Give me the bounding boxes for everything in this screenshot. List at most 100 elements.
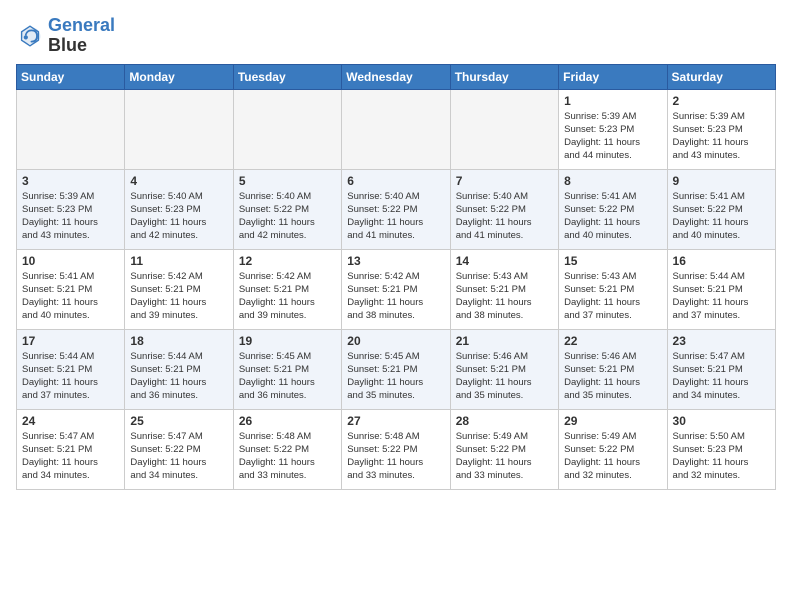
page-header: General Blue (16, 16, 776, 56)
calendar-cell: 1Sunrise: 5:39 AM Sunset: 5:23 PM Daylig… (559, 89, 667, 169)
calendar-cell: 28 Sunrise: 5:49 AM Sunset: 5:22 PM Dayli… (450, 409, 558, 489)
calendar-week-4: 17 Sunrise: 5:44 AM Sunset: 5:21 PM Dayli… (17, 329, 776, 409)
day-info: Sunrise: 5:45 AM Sunset: 5:21 PM Dayligh… (239, 350, 336, 403)
day-number: 17 (22, 334, 119, 348)
day-number: 5 (239, 174, 336, 188)
day-info: Sunrise: 5:40 AM Sunset: 5:22 PM Dayligh… (239, 190, 336, 243)
day-info: Sunrise: 5:50 AM Sunset: 5:23 PM Dayligh… (673, 430, 770, 483)
calendar-cell: 13 Sunrise: 5:42 AM Sunset: 5:21 PM Dayli… (342, 249, 450, 329)
day-number: 18 (130, 334, 227, 348)
day-number: 22 (564, 334, 661, 348)
calendar-cell: 14Sunrise: 5:43 AM Sunset: 5:21 PM Dayli… (450, 249, 558, 329)
calendar-header-friday: Friday (559, 64, 667, 89)
calendar-header-monday: Monday (125, 64, 233, 89)
day-info: Sunrise: 5:49 AM Sunset: 5:22 PM Dayligh… (456, 430, 553, 483)
day-info: Sunrise: 5:42 AM Sunset: 5:21 PM Dayligh… (239, 270, 336, 323)
day-info: Sunrise: 5:47 AM Sunset: 5:21 PM Dayligh… (673, 350, 770, 403)
day-number: 30 (673, 414, 770, 428)
calendar-cell: 5 Sunrise: 5:40 AM Sunset: 5:22 PM Daylig… (233, 169, 341, 249)
calendar-cell: 3 Sunrise: 5:39 AM Sunset: 5:23 PM Daylig… (17, 169, 125, 249)
day-number: 13 (347, 254, 444, 268)
calendar-cell: 18 Sunrise: 5:44 AM Sunset: 5:21 PM Dayli… (125, 329, 233, 409)
calendar-cell (450, 89, 558, 169)
logo: General Blue (16, 16, 115, 56)
day-number: 12 (239, 254, 336, 268)
calendar-cell (17, 89, 125, 169)
calendar-week-3: 10Sunrise: 5:41 AM Sunset: 5:21 PM Dayli… (17, 249, 776, 329)
calendar-header-wednesday: Wednesday (342, 64, 450, 89)
day-info: Sunrise: 5:41 AM Sunset: 5:21 PM Dayligh… (22, 270, 119, 323)
calendar-cell: 23 Sunrise: 5:47 AM Sunset: 5:21 PM Dayli… (667, 329, 775, 409)
calendar-cell: 6 Sunrise: 5:40 AM Sunset: 5:22 PM Daylig… (342, 169, 450, 249)
calendar-cell: 20 Sunrise: 5:45 AM Sunset: 5:21 PM Dayli… (342, 329, 450, 409)
day-info: Sunrise: 5:40 AM Sunset: 5:22 PM Dayligh… (347, 190, 444, 243)
day-number: 3 (22, 174, 119, 188)
day-number: 7 (456, 174, 553, 188)
day-number: 2 (673, 94, 770, 108)
day-number: 14 (456, 254, 553, 268)
day-info: Sunrise: 5:44 AM Sunset: 5:21 PM Dayligh… (130, 350, 227, 403)
logo-icon (16, 22, 44, 50)
day-info: Sunrise: 5:41 AM Sunset: 5:22 PM Dayligh… (564, 190, 661, 243)
day-number: 8 (564, 174, 661, 188)
calendar-body: 1 Sunrise: 5:39 AM Sunset: 5:23 PM Daylig… (17, 89, 776, 489)
calendar-cell: 15 Sunrise: 5:43 AM Sunset: 5:21 PM Dayli… (559, 249, 667, 329)
day-info: Sunrise: 5:42 AM Sunset: 5:21 PM Dayligh… (130, 270, 227, 323)
day-info: Sunrise: 5:41 AM Sunset: 5:22 PM Dayligh… (673, 190, 770, 243)
calendar-cell (233, 89, 341, 169)
day-info: Sunrise: 5:45 AM Sunset: 5:21 PM Dayligh… (347, 350, 444, 403)
day-info: Sunrise: 5:44 AM Sunset: 5:21 PM Dayligh… (22, 350, 119, 403)
day-info: Sunrise: 5:48 AM Sunset: 5:22 PM Dayligh… (347, 430, 444, 483)
day-number: 21 (456, 334, 553, 348)
day-info: Sunrise: 5:40 AM Sunset: 5:23 PM Dayligh… (130, 190, 227, 243)
day-number: 6 (347, 174, 444, 188)
calendar-cell: 21Sunrise: 5:46 AM Sunset: 5:21 PM Dayli… (450, 329, 558, 409)
calendar-cell: 4 Sunrise: 5:40 AM Sunset: 5:23 PM Daylig… (125, 169, 233, 249)
calendar-cell (125, 89, 233, 169)
calendar-week-5: 24Sunrise: 5:47 AM Sunset: 5:21 PM Dayli… (17, 409, 776, 489)
day-number: 19 (239, 334, 336, 348)
day-info: Sunrise: 5:40 AM Sunset: 5:22 PM Dayligh… (456, 190, 553, 243)
calendar-week-1: 1Sunrise: 5:39 AM Sunset: 5:23 PM Daylig… (17, 89, 776, 169)
calendar-table: SundayMondayTuesdayWednesdayThursdayFrid… (16, 64, 776, 490)
calendar-cell: 17 Sunrise: 5:44 AM Sunset: 5:21 PM Dayli… (17, 329, 125, 409)
day-number: 15 (564, 254, 661, 268)
calendar-week-2: 3 Sunrise: 5:39 AM Sunset: 5:23 PM Daylig… (17, 169, 776, 249)
calendar-cell: 8 Sunrise: 5:41 AM Sunset: 5:22 PM Daylig… (559, 169, 667, 249)
day-number: 4 (130, 174, 227, 188)
day-info: Sunrise: 5:44 AM Sunset: 5:21 PM Dayligh… (673, 270, 770, 323)
calendar-cell: 26Sunrise: 5:48 AM Sunset: 5:22 PM Dayli… (233, 409, 341, 489)
calendar-cell: 25 Sunrise: 5:47 AM Sunset: 5:22 PM Dayli… (125, 409, 233, 489)
day-info: Sunrise: 5:43 AM Sunset: 5:21 PM Dayligh… (564, 270, 661, 323)
day-info: Sunrise: 5:47 AM Sunset: 5:21 PM Dayligh… (22, 430, 119, 483)
logo-text: General Blue (48, 16, 115, 56)
calendar-cell: 16 Sunrise: 5:44 AM Sunset: 5:21 PM Dayli… (667, 249, 775, 329)
calendar-cell: 29 Sunrise: 5:49 AM Sunset: 5:22 PM Dayli… (559, 409, 667, 489)
day-info: Sunrise: 5:42 AM Sunset: 5:21 PM Dayligh… (347, 270, 444, 323)
calendar-header-thursday: Thursday (450, 64, 558, 89)
day-number: 29 (564, 414, 661, 428)
day-info: Sunrise: 5:47 AM Sunset: 5:22 PM Dayligh… (130, 430, 227, 483)
calendar-cell: 24Sunrise: 5:47 AM Sunset: 5:21 PM Dayli… (17, 409, 125, 489)
day-info: Sunrise: 5:49 AM Sunset: 5:22 PM Dayligh… (564, 430, 661, 483)
calendar-cell: 7 Sunrise: 5:40 AM Sunset: 5:22 PM Daylig… (450, 169, 558, 249)
calendar-cell: 9Sunrise: 5:41 AM Sunset: 5:22 PM Daylig… (667, 169, 775, 249)
calendar-cell: 10Sunrise: 5:41 AM Sunset: 5:21 PM Dayli… (17, 249, 125, 329)
day-number: 28 (456, 414, 553, 428)
day-number: 25 (130, 414, 227, 428)
calendar-cell: 30 Sunrise: 5:50 AM Sunset: 5:23 PM Dayli… (667, 409, 775, 489)
day-info: Sunrise: 5:48 AM Sunset: 5:22 PM Dayligh… (239, 430, 336, 483)
calendar-cell: 12 Sunrise: 5:42 AM Sunset: 5:21 PM Dayli… (233, 249, 341, 329)
day-number: 11 (130, 254, 227, 268)
day-info: Sunrise: 5:39 AM Sunset: 5:23 PM Dayligh… (22, 190, 119, 243)
day-info: Sunrise: 5:46 AM Sunset: 5:21 PM Dayligh… (564, 350, 661, 403)
calendar-header-tuesday: Tuesday (233, 64, 341, 89)
day-number: 16 (673, 254, 770, 268)
calendar-header-sunday: Sunday (17, 64, 125, 89)
day-number: 1 (564, 94, 661, 108)
calendar-cell: 22 Sunrise: 5:46 AM Sunset: 5:21 PM Dayli… (559, 329, 667, 409)
calendar-cell: 19 Sunrise: 5:45 AM Sunset: 5:21 PM Dayli… (233, 329, 341, 409)
day-number: 23 (673, 334, 770, 348)
day-number: 27 (347, 414, 444, 428)
day-number: 20 (347, 334, 444, 348)
